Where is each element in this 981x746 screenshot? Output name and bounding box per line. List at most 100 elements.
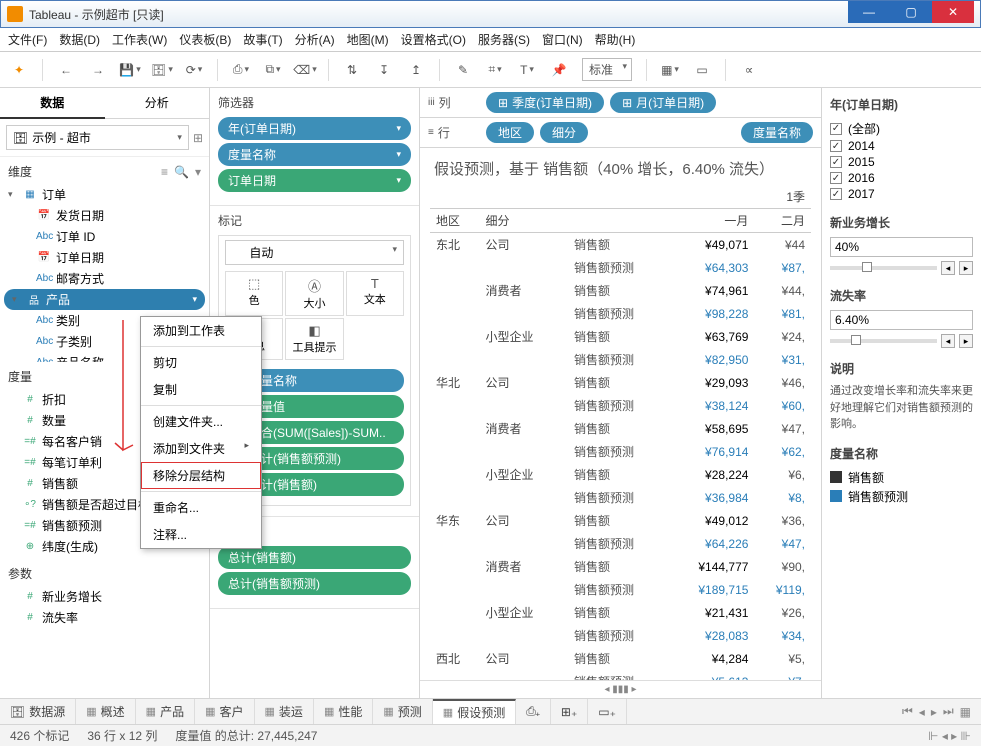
sheet-tab[interactable]: ▦客户: [195, 699, 254, 724]
shelf-pill[interactable]: 细分: [540, 122, 588, 143]
menu-item[interactable]: 工作表(W): [112, 31, 167, 48]
table-row[interactable]: 销售额预测¥64,303¥87,: [430, 256, 811, 279]
search-icon[interactable]: 🔍: [174, 165, 189, 179]
sheet-tab[interactable]: ▦装运: [255, 699, 314, 724]
table-row[interactable]: 销售额预测¥82,950¥31,: [430, 348, 811, 371]
horizontal-scrollbar[interactable]: ◂ ▮▮▮ ▸: [420, 680, 821, 698]
marks-cell[interactable]: T文本: [346, 271, 404, 316]
marks-type-select[interactable]: ⬚ 自动 ▾: [225, 240, 404, 265]
table-row[interactable]: 销售额预测¥98,228¥81,: [430, 302, 811, 325]
menu-item[interactable]: 故事(T): [243, 31, 282, 48]
tableau-logo-icon[interactable]: ✦: [10, 61, 28, 79]
maximize-button[interactable]: ▢: [890, 1, 932, 23]
sheet-tab[interactable]: ▦产品: [136, 699, 195, 724]
field-item[interactable]: ▾品产品▾: [4, 289, 205, 310]
field-item[interactable]: #流失率: [4, 607, 205, 628]
table-row[interactable]: 华北公司销售额¥29,093¥46,: [430, 371, 811, 394]
measure-value-pill[interactable]: 总计(销售额): [218, 546, 411, 569]
table-row[interactable]: 西北公司销售额¥4,284¥5,: [430, 647, 811, 670]
churn-input[interactable]: [830, 310, 973, 330]
filter-pill[interactable]: 订单日期▾: [218, 169, 411, 192]
table-row[interactable]: 小型企业销售额¥28,224¥6,: [430, 463, 811, 486]
crosstab[interactable]: 1季 地区细分一月二月 东北公司销售额¥49,071¥44销售额预测¥64,30…: [430, 185, 811, 680]
table-row[interactable]: 销售额预测¥36,984¥8,: [430, 486, 811, 509]
new-dashboard-icon[interactable]: ⊞₊: [551, 699, 588, 724]
growth-inc-button[interactable]: ▸: [959, 261, 973, 275]
new-worksheet-icon[interactable]: ⎙: [232, 61, 250, 79]
year-checkbox[interactable]: ✓2017: [830, 186, 973, 202]
legend-item[interactable]: 销售额预测: [830, 487, 973, 506]
datasource-select[interactable]: 🗄 示例 - 超市 ▾: [6, 125, 189, 150]
table-row[interactable]: 东北公司销售额¥49,071¥44: [430, 233, 811, 257]
sheet-tab[interactable]: ▦预测: [373, 699, 432, 724]
table-row[interactable]: 小型企业销售额¥21,431¥26,: [430, 601, 811, 624]
marks-cell[interactable]: ◧工具提示: [285, 318, 343, 360]
close-button[interactable]: ✕: [932, 1, 974, 23]
new-datasource-icon[interactable]: 🗄: [153, 61, 171, 79]
menu-item[interactable]: 仪表板(B): [179, 31, 231, 48]
tab-showall-icon[interactable]: ▦: [960, 705, 971, 719]
filter-pill[interactable]: 年(订单日期)▾: [218, 117, 411, 140]
growth-dec-button[interactable]: ◂: [941, 261, 955, 275]
new-sheet-icon[interactable]: ⎙₊: [516, 699, 551, 724]
save-icon[interactable]: 💾: [121, 61, 139, 79]
table-row[interactable]: 销售额预测¥38,124¥60,: [430, 394, 811, 417]
filter-pill[interactable]: 度量名称▾: [218, 143, 411, 166]
field-item[interactable]: Abc邮寄方式: [4, 268, 205, 289]
growth-slider[interactable]: [830, 266, 937, 270]
connect-icon[interactable]: ⊞: [193, 131, 203, 145]
view-mode-icon[interactable]: ≡: [161, 165, 168, 179]
presentation-icon[interactable]: ▭: [693, 61, 711, 79]
table-row[interactable]: 消费者销售额¥58,695¥47,: [430, 417, 811, 440]
table-row[interactable]: 消费者销售额¥144,777¥90,: [430, 555, 811, 578]
shelf-pill[interactable]: 度量名称: [741, 122, 813, 143]
year-checkbox[interactable]: ✓2016: [830, 170, 973, 186]
sort-desc-icon[interactable]: ↥: [407, 61, 425, 79]
clear-icon[interactable]: ⌫: [296, 61, 314, 79]
menu-item[interactable]: 服务器(S): [478, 31, 530, 48]
new-story-icon[interactable]: ▭₊: [588, 699, 627, 724]
datasource-tab[interactable]: 🗄 数据源: [0, 699, 76, 724]
menu-item[interactable]: 数据(D): [59, 31, 100, 48]
sort-asc-icon[interactable]: ↧: [375, 61, 393, 79]
tab-first-icon[interactable]: ⏮: [902, 704, 913, 719]
pin-icon[interactable]: 📌: [550, 61, 568, 79]
sheet-tab[interactable]: ▦概述: [76, 699, 135, 724]
context-menu-item[interactable]: 添加到工作表: [141, 317, 261, 344]
tab-data[interactable]: 数据: [0, 88, 105, 119]
context-menu-item[interactable]: 重命名...: [141, 494, 261, 521]
fit-select[interactable]: 标准: [582, 58, 632, 81]
menu-item[interactable]: 窗口(N): [542, 31, 583, 48]
highlight-icon[interactable]: ✎: [454, 61, 472, 79]
duplicate-icon[interactable]: ⧉: [264, 61, 282, 79]
measure-value-pill[interactable]: 总计(销售额预测): [218, 572, 411, 595]
sheet-tab[interactable]: ▦假设预测: [433, 699, 516, 724]
field-item[interactable]: #新业务增长: [4, 586, 205, 607]
shelf-pill[interactable]: ⊞季度(订单日期): [486, 92, 604, 113]
table-row[interactable]: 销售额预测¥64,226¥47,: [430, 532, 811, 555]
table-row[interactable]: 销售额预测¥28,083¥34,: [430, 624, 811, 647]
sheet-title[interactable]: 假设预测，基于 销售额（40% 增长，6.40% 流失）: [420, 148, 821, 185]
marks-cell[interactable]: Ⓐ大小: [285, 271, 343, 316]
table-row[interactable]: 销售额预测¥76,914¥62,: [430, 440, 811, 463]
growth-input[interactable]: [830, 237, 973, 257]
context-menu-item[interactable]: 剪切: [141, 349, 261, 376]
tab-last-icon[interactable]: ⏭: [943, 704, 954, 719]
context-menu-item[interactable]: 复制: [141, 376, 261, 403]
back-icon[interactable]: ←: [57, 61, 75, 79]
year-checkbox[interactable]: ✓2014: [830, 138, 973, 154]
field-item[interactable]: 📅订单日期: [4, 247, 205, 268]
context-menu-item[interactable]: 创建文件夹...: [141, 408, 261, 435]
year-checkbox[interactable]: ✓(全部): [830, 119, 973, 138]
shelf-pill[interactable]: ⊞月(订单日期): [610, 92, 716, 113]
menu-item[interactable]: 帮助(H): [595, 31, 636, 48]
legend-item[interactable]: 销售额: [830, 468, 973, 487]
year-checkbox[interactable]: ✓2015: [830, 154, 973, 170]
tab-prev-icon[interactable]: ◂: [919, 705, 925, 719]
tab-analytics[interactable]: 分析: [105, 88, 210, 119]
text-icon[interactable]: T: [518, 61, 536, 79]
table-row[interactable]: 小型企业销售额¥63,769¥24,: [430, 325, 811, 348]
minimize-button[interactable]: ―: [848, 1, 890, 23]
context-menu-item[interactable]: 移除分层结构: [141, 462, 261, 489]
tab-next-icon[interactable]: ▸: [931, 705, 937, 719]
